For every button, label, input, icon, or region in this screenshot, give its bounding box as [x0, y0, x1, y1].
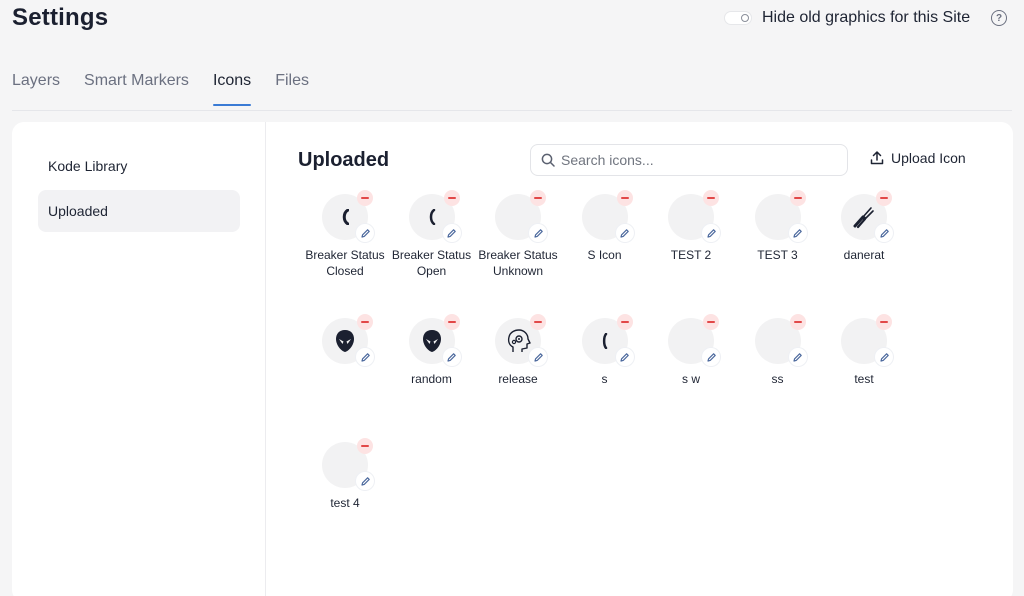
delete-icon-button[interactable]: [443, 190, 460, 206]
hide-old-graphics-toggle-row: Hide old graphics for this Site: [724, 8, 970, 28]
icon-label: release: [498, 372, 538, 386]
icon-label: s: [601, 372, 608, 386]
icon-label: S Icon: [587, 248, 622, 262]
delete-icon-button[interactable]: [876, 190, 892, 206]
icon-label: Breaker Status Open: [391, 248, 472, 278]
icon-label: s w: [682, 372, 700, 386]
edit-pencil-icon[interactable]: [788, 224, 807, 242]
icon-label: Breaker Status Unknown: [478, 248, 558, 278]
edit-pencil-icon[interactable]: [356, 472, 374, 490]
icon-label: test 4: [330, 496, 360, 510]
search-icon: [541, 153, 555, 167]
question-circle-icon[interactable]: ?: [991, 10, 1007, 26]
edit-pencil-icon[interactable]: [615, 348, 634, 366]
edit-pencil-icon[interactable]: [615, 224, 634, 242]
delete-icon-button[interactable]: [876, 314, 892, 330]
sidebar-item-kode-library[interactable]: Kode Library: [38, 145, 240, 187]
icon-sources-sidebar: Kode Library Uploaded: [12, 122, 266, 596]
edit-pencil-icon[interactable]: [356, 224, 374, 242]
tab-icons[interactable]: Icons: [212, 72, 252, 106]
delete-icon-button[interactable]: [703, 314, 719, 330]
delete-icon-button[interactable]: [616, 314, 633, 330]
sidebar-item-uploaded[interactable]: Uploaded: [38, 190, 240, 232]
search-box: [530, 144, 848, 176]
delete-icon-button[interactable]: [530, 190, 546, 206]
upload-icon-label: Upload Icon: [891, 150, 966, 166]
delete-icon-button[interactable]: [789, 190, 806, 206]
icon-label: TEST 2: [670, 248, 712, 262]
delete-icon-button[interactable]: [789, 314, 806, 330]
edit-pencil-icon[interactable]: [702, 224, 720, 242]
delete-icon-button[interactable]: [443, 314, 460, 330]
tab-layers[interactable]: Layers: [12, 72, 60, 106]
icon-label: random: [411, 372, 452, 386]
edit-pencil-icon[interactable]: [442, 348, 461, 366]
icon-label: TEST 3: [757, 248, 798, 262]
icons-panel: Kode Library Uploaded Uploaded Upload Ic…: [12, 122, 1013, 596]
page-title: Settings: [12, 4, 109, 31]
edit-pencil-icon[interactable]: [529, 348, 547, 366]
tabs-divider: [12, 110, 1012, 111]
section-title: Uploaded: [298, 149, 390, 171]
delete-icon-button[interactable]: [357, 438, 373, 454]
icon-label: danerat: [843, 248, 885, 262]
delete-icon-button[interactable]: [357, 314, 373, 330]
edit-pencil-icon[interactable]: [529, 224, 547, 242]
upload-icon-button[interactable]: Upload Icon: [870, 150, 966, 166]
hide-old-graphics-label: Hide old graphics for this Site: [762, 9, 971, 26]
edit-pencil-icon[interactable]: [442, 224, 461, 242]
delete-icon-button[interactable]: [703, 190, 719, 206]
icon-label: Breaker Status Closed: [305, 248, 385, 278]
edit-pencil-icon[interactable]: [875, 348, 893, 366]
edit-pencil-icon[interactable]: [875, 224, 893, 242]
uploaded-icons-content: Uploaded Upload Icon Breaker Status Clos…: [266, 122, 1013, 596]
upload-icon: [870, 151, 884, 165]
tab-smart-markers[interactable]: Smart Markers: [84, 72, 189, 106]
edit-pencil-icon[interactable]: [356, 348, 374, 366]
toggle-knob: [741, 14, 749, 22]
delete-icon-button[interactable]: [616, 190, 633, 206]
settings-tabs: Layers Smart Markers Icons Files: [12, 72, 333, 106]
delete-icon-button[interactable]: [357, 190, 373, 206]
hide-old-graphics-toggle[interactable]: [724, 11, 752, 25]
edit-pencil-icon[interactable]: [788, 348, 807, 366]
search-input[interactable]: [561, 152, 831, 168]
icon-label: ss: [771, 372, 784, 386]
icon-label: test: [854, 372, 874, 386]
edit-pencil-icon[interactable]: [702, 348, 720, 366]
delete-icon-button[interactable]: [530, 314, 546, 330]
tab-files[interactable]: Files: [275, 72, 309, 106]
